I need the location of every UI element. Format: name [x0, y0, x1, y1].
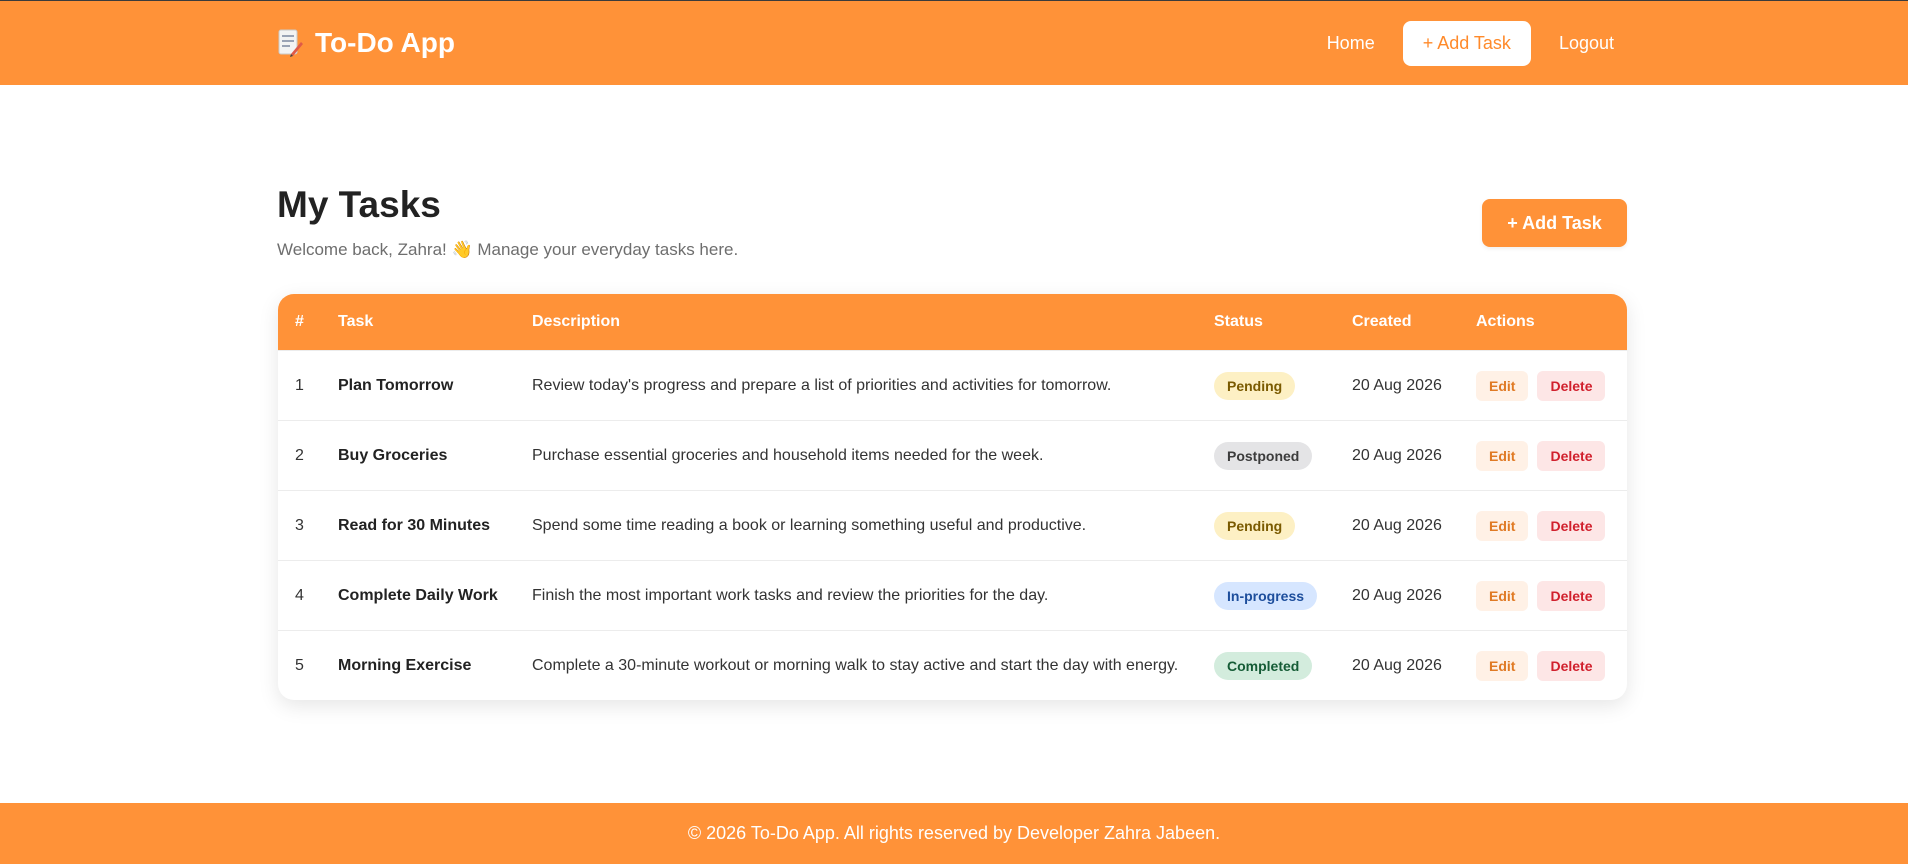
status-badge: Pending	[1214, 511, 1296, 540]
memo-icon	[277, 28, 303, 58]
nav-logout-link[interactable]: Logout	[1545, 21, 1628, 66]
navbar: To-Do App Home + Add Task Logout	[0, 0, 1908, 85]
edit-button[interactable]: Edit	[1476, 370, 1529, 401]
task-number: 2	[295, 446, 304, 464]
status-badge: In-progress	[1214, 581, 1318, 610]
task-title: Read for 30 Minutes	[338, 516, 491, 534]
delete-button[interactable]: Delete	[1537, 370, 1606, 401]
task-description: Review today's progress and prepare a li…	[532, 376, 1112, 394]
table-row: 3 Read for 30 Minutes Spend some time re…	[278, 490, 1627, 560]
column-header-number: #	[295, 313, 304, 330]
task-title: Morning Exercise	[338, 656, 472, 674]
delete-button[interactable]: Delete	[1537, 440, 1606, 471]
nav-home-link[interactable]: Home	[1313, 21, 1389, 66]
nav-links: Home + Add Task Logout	[1313, 21, 1628, 66]
table-row: 1 Plan Tomorrow Review today's progress …	[278, 350, 1627, 420]
task-created-date: 20 Aug 2026	[1352, 516, 1442, 534]
task-description: Purchase essential groceries and househo…	[532, 446, 1044, 464]
add-task-button[interactable]: + Add Task	[1482, 199, 1627, 247]
tasks-table: # Task Description Status Created Action…	[278, 294, 1627, 700]
task-title: Buy Groceries	[338, 446, 448, 464]
task-number: 1	[295, 376, 304, 394]
delete-button[interactable]: Delete	[1537, 650, 1606, 681]
edit-button[interactable]: Edit	[1476, 440, 1529, 471]
task-title: Complete Daily Work	[338, 586, 498, 604]
task-number: 5	[295, 656, 304, 674]
task-description: Complete a 30-minute workout or morning …	[532, 656, 1179, 674]
table-row: 5 Morning Exercise Complete a 30-minute …	[278, 630, 1627, 700]
welcome-subtitle: Welcome back, Zahra! 👋 Manage your every…	[277, 240, 739, 259]
status-badge: Completed	[1214, 651, 1313, 680]
task-created-date: 20 Aug 2026	[1352, 446, 1442, 464]
table-header: # Task Description Status Created Action…	[278, 294, 1627, 350]
column-header-task: Task	[338, 313, 374, 330]
task-created-date: 20 Aug 2026	[1352, 656, 1442, 674]
status-badge: Postponed	[1214, 441, 1313, 470]
task-number: 4	[295, 586, 304, 604]
edit-button[interactable]: Edit	[1476, 510, 1529, 541]
edit-button[interactable]: Edit	[1476, 580, 1529, 611]
footer: © 2026 To-Do App. All rights reserved by…	[0, 803, 1908, 864]
table-row: 4 Complete Daily Work Finish the most im…	[278, 560, 1627, 630]
delete-button[interactable]: Delete	[1537, 580, 1606, 611]
task-description: Spend some time reading a book or learni…	[532, 516, 1087, 534]
table-row: 2 Buy Groceries Purchase essential groce…	[278, 420, 1627, 490]
brand-link[interactable]: To-Do App	[277, 23, 455, 63]
footer-copyright: © 2026 To-Do App. All rights reserved by…	[687, 823, 1221, 843]
task-created-date: 20 Aug 2026	[1352, 376, 1442, 394]
delete-button[interactable]: Delete	[1537, 510, 1606, 541]
column-header-actions: Actions	[1476, 313, 1535, 330]
task-description: Finish the most important work tasks and…	[532, 586, 1049, 604]
column-header-description: Description	[532, 313, 621, 330]
column-header-created: Created	[1352, 313, 1412, 330]
task-number: 3	[295, 516, 304, 534]
status-badge: Pending	[1214, 371, 1296, 400]
nav-add-task-button[interactable]: + Add Task	[1402, 21, 1531, 66]
brand-name: To-Do App	[315, 27, 455, 58]
edit-button[interactable]: Edit	[1476, 650, 1529, 681]
page-title: My Tasks	[277, 184, 441, 225]
task-title: Plan Tomorrow	[338, 376, 454, 394]
column-header-status: Status	[1214, 313, 1263, 330]
task-created-date: 20 Aug 2026	[1352, 586, 1442, 604]
